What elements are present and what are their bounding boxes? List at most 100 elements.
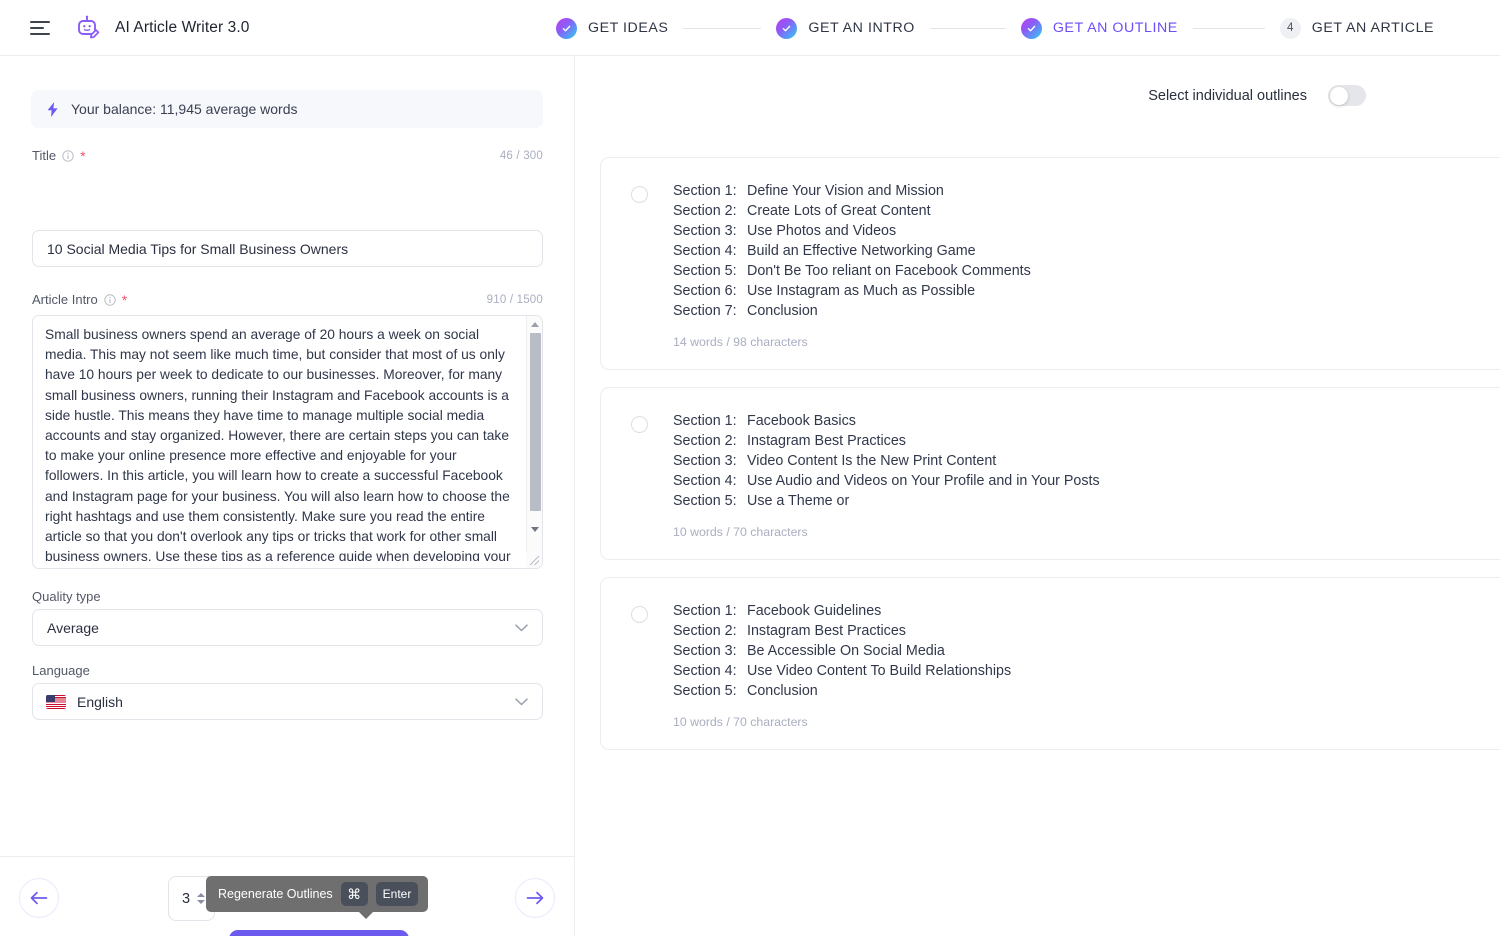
section-text: Instagram Best Practices	[747, 433, 906, 449]
section-text: Build an Effective Networking Game	[747, 243, 976, 259]
step-connector-1	[683, 28, 761, 29]
section-text: Use a Theme or	[747, 493, 849, 509]
intro-counter: 910 / 1500	[487, 294, 543, 306]
us-flag-icon	[46, 695, 66, 709]
quality-type-label: Quality type	[32, 589, 101, 604]
outline-section: Section 5:Use a Theme or	[673, 491, 1500, 511]
outline-meta: 10 words / 70 characters	[673, 525, 1500, 559]
step-connector-3	[1193, 28, 1265, 29]
app-title: AI Article Writer 3.0	[115, 19, 249, 37]
info-icon[interactable]	[62, 150, 74, 162]
section-text: Use Audio and Videos on Your Profile and…	[747, 473, 1100, 489]
intro-textarea[interactable]: Small business owners spend an average o…	[32, 315, 543, 569]
bolt-icon	[47, 102, 59, 117]
regenerate-outlines-button[interactable]: Regenerate Outlines	[229, 930, 409, 936]
section-number: Section 2:	[673, 201, 747, 221]
quality-type-select[interactable]: Average	[32, 609, 543, 646]
title-label-row: Title * 46 / 300	[32, 148, 543, 163]
outline-card-body: Section 1:Facebook Guidelines Section 2:…	[601, 578, 1500, 749]
section-text: Facebook Basics	[747, 413, 856, 429]
outline-section: Section 3:Use Photos and Videos	[673, 221, 1500, 241]
section-number: Section 7:	[673, 301, 747, 321]
outline-radio[interactable]	[631, 186, 648, 203]
section-text: Define Your Vision and Mission	[747, 183, 944, 199]
resize-grip-icon[interactable]	[526, 552, 541, 567]
section-text: Conclusion	[747, 303, 818, 319]
app-header: AI Article Writer 3.0 GET IDEAS GET AN I…	[0, 0, 1500, 56]
outline-section: Section 4:Use Video Content To Build Rel…	[673, 661, 1500, 681]
select-individual-outlines-toggle[interactable]	[1328, 85, 1366, 106]
stepper-arrows[interactable]	[197, 893, 205, 904]
language-select[interactable]: English	[32, 683, 543, 720]
section-number: Section 4:	[673, 661, 747, 681]
outline-count-value: 3	[182, 891, 190, 907]
outline-radio[interactable]	[631, 606, 648, 623]
title-label: Title	[32, 148, 56, 163]
intro-label-row: Article Intro * 910 / 1500	[32, 292, 543, 307]
regenerate-tooltip: Regenerate Outlines ⌘ Enter	[206, 876, 428, 912]
step-get-an-article[interactable]: 4 GET AN ARTICLE	[1280, 18, 1434, 39]
hamburger-icon[interactable]	[30, 21, 50, 35]
outline-section: Section 1:Facebook Guidelines	[673, 601, 1500, 621]
next-step-button[interactable]	[515, 878, 555, 918]
section-number: Section 3:	[673, 451, 747, 471]
intro-label: Article Intro	[32, 292, 98, 307]
step-2-label: GET AN INTRO	[808, 20, 914, 36]
chevron-down-icon[interactable]	[197, 900, 205, 904]
outline-card[interactable]: Section 1:Facebook Basics Section 2:Inst…	[600, 387, 1500, 560]
section-number: Section 3:	[673, 221, 747, 241]
balance-text: Your balance: 11,945 average words	[71, 101, 298, 117]
outline-card[interactable]: Section 1:Facebook Guidelines Section 2:…	[600, 577, 1500, 750]
outline-card[interactable]: Section 1:Define Your Vision and Mission…	[600, 157, 1500, 370]
section-number: Section 3:	[673, 641, 747, 661]
title-required-mark: *	[80, 149, 85, 163]
scrollbar-thumb[interactable]	[530, 333, 541, 511]
outline-section: Section 2:Create Lots of Great Content	[673, 201, 1500, 221]
section-number: Section 5:	[673, 491, 747, 511]
intro-scrollbar[interactable]	[526, 316, 542, 568]
step-2-check-icon	[776, 18, 797, 39]
section-number: Section 4:	[673, 471, 747, 491]
enter-key-label: Enter	[376, 882, 419, 906]
step-get-ideas[interactable]: GET IDEAS	[556, 18, 668, 39]
step-get-an-outline[interactable]: GET AN OUTLINE	[1021, 18, 1178, 39]
scroll-up-icon[interactable]	[527, 317, 543, 331]
outline-section: Section 7:Conclusion	[673, 301, 1500, 321]
outline-section: Section 6:Use Instagram as Much as Possi…	[673, 281, 1500, 301]
robot-writer-icon	[73, 13, 103, 43]
step-get-an-intro[interactable]: GET AN INTRO	[776, 18, 914, 39]
step-1-label: GET IDEAS	[588, 20, 668, 36]
step-4-number: 4	[1280, 18, 1301, 39]
chevron-down-icon	[515, 624, 528, 632]
quality-type-value: Average	[47, 620, 99, 636]
scroll-down-icon[interactable]	[527, 522, 543, 536]
command-key-icon: ⌘	[341, 882, 368, 906]
step-3-label: GET AN OUTLINE	[1053, 20, 1178, 36]
form-sidebar: Your balance: 11,945 average words Title…	[0, 56, 575, 936]
section-text: Facebook Guidelines	[747, 603, 881, 619]
tooltip-arrow	[358, 911, 374, 919]
select-individual-outlines-label: Select individual outlines	[1148, 88, 1307, 104]
progress-steps: GET IDEAS GET AN INTRO GET AN OUTLINE 4 …	[556, 0, 1434, 56]
section-number: Section 6:	[673, 281, 747, 301]
outline-radio[interactable]	[631, 416, 648, 433]
results-panel: Select individual outlines Section 1:Def…	[576, 56, 1500, 936]
step-1-check-icon	[556, 18, 577, 39]
section-number: Section 5:	[673, 681, 747, 701]
outline-section: Section 3:Be Accessible On Social Media	[673, 641, 1500, 661]
section-text: Conclusion	[747, 683, 818, 699]
section-text: Use Video Content To Build Relationships	[747, 663, 1011, 679]
tooltip-text: Regenerate Outlines	[218, 887, 333, 901]
step-3-check-icon	[1021, 18, 1042, 39]
outline-section: Section 2:Instagram Best Practices	[673, 621, 1500, 641]
chevron-down-icon	[515, 698, 528, 706]
chevron-up-icon[interactable]	[197, 893, 205, 897]
title-input[interactable]	[32, 230, 543, 267]
outline-section: Section 1:Facebook Basics	[673, 411, 1500, 431]
outline-section: Section 4:Build an Effective Networking …	[673, 241, 1500, 261]
outline-card-body: Section 1:Define Your Vision and Mission…	[601, 158, 1500, 369]
section-text: Don't Be Too reliant on Facebook Comment…	[747, 263, 1031, 279]
previous-step-button[interactable]	[19, 878, 59, 918]
info-icon[interactable]	[104, 294, 116, 306]
section-text: Use Instagram as Much as Possible	[747, 283, 975, 299]
